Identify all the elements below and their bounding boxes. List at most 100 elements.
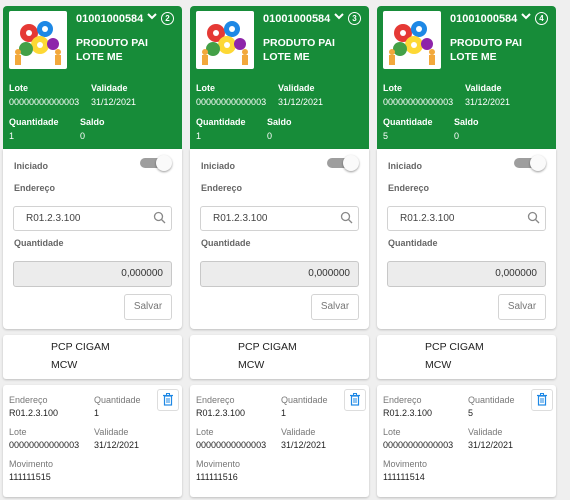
mov-endereco-label: Endereço — [383, 395, 422, 405]
mov-movimento-value: 111111516 — [196, 472, 238, 482]
lote-value: 00000000000003 — [9, 97, 80, 107]
iniciado-toggle[interactable] — [327, 155, 361, 171]
mov-validade-label: Validade — [468, 427, 503, 437]
chevron-down-icon[interactable] — [146, 9, 158, 25]
company-sub: MCW — [425, 359, 452, 371]
quantidade-input[interactable]: 0,000000 — [200, 261, 359, 287]
lote-label: Lote — [383, 83, 402, 93]
trash-icon[interactable] — [344, 389, 366, 411]
product-code: 01001000584 — [76, 13, 144, 25]
saldo-value: 0 — [80, 131, 86, 141]
order-column: 01001000584 2 PRODUTO PAI LOTE ME Lote 0… — [3, 6, 182, 497]
mov-endereco-value: R01.2.3.100 — [196, 408, 246, 418]
company-card: PCP CIGAM MCW — [377, 335, 556, 379]
product-name: PRODUTO PAI LOTE ME — [263, 37, 335, 63]
search-icon[interactable] — [527, 211, 540, 229]
quantidade-label: Quantidade — [383, 117, 433, 127]
endereco-label: Endereço — [14, 183, 56, 193]
iniciado-toggle[interactable] — [514, 155, 548, 171]
endereco-input-value: R01.2.3.100 — [400, 213, 455, 224]
search-icon[interactable] — [340, 211, 353, 229]
iniciado-toggle[interactable] — [140, 155, 174, 171]
mov-endereco-label: Endereço — [196, 395, 235, 405]
mov-validade-label: Validade — [281, 427, 316, 437]
endereco-label: Endereço — [201, 183, 243, 193]
saldo-label: Saldo — [267, 117, 292, 127]
mov-movimento-value: 111111514 — [383, 472, 425, 482]
saldo-value: 0 — [454, 131, 460, 141]
quantidade-label: Quantidade — [9, 117, 59, 127]
mov-endereco-label: Endereço — [9, 395, 48, 405]
mov-quantidade-value: 5 — [468, 408, 474, 418]
mov-movimento-label: Movimento — [383, 459, 428, 469]
mov-validade-value: 31/12/2021 — [94, 440, 140, 450]
product-thumbnail — [383, 11, 441, 69]
mov-lote-label: Lote — [196, 427, 214, 437]
mov-validade-value: 31/12/2021 — [281, 440, 327, 450]
product-header-card: 01001000584 2 PRODUTO PAI LOTE ME Lote 0… — [3, 6, 182, 149]
mov-quantidade-label: Quantidade — [94, 395, 141, 405]
movement-card: Endereço R01.2.3.100 Quantidade 1 Lote 0… — [3, 385, 182, 497]
quantidade-input[interactable]: 0,000000 — [13, 261, 172, 287]
product-header-card: 01001000584 3 PRODUTO PAI LOTE ME Lote 0… — [190, 6, 369, 149]
product-header-card: 01001000584 4 PRODUTO PAI LOTE ME Lote 0… — [377, 6, 556, 149]
quantidade-field-label: Quantidade — [388, 238, 438, 248]
company-card: PCP CIGAM MCW — [3, 335, 182, 379]
sequence-badge: 4 — [535, 12, 548, 25]
iniciado-label: Iniciado — [14, 161, 49, 171]
quantidade-label: Quantidade — [196, 117, 246, 127]
save-button[interactable]: Salvar — [498, 294, 546, 320]
validade-label: Validade — [278, 83, 315, 93]
quantidade-input-value: 0,000000 — [121, 268, 163, 279]
endereco-input-value: R01.2.3.100 — [26, 213, 81, 224]
quantidade-value: 5 — [383, 131, 389, 141]
quantidade-value: 1 — [9, 131, 15, 141]
endereco-search-input[interactable]: R01.2.3.100 — [200, 206, 359, 231]
mov-movimento-label: Movimento — [196, 459, 241, 469]
endereco-search-input[interactable]: R01.2.3.100 — [387, 206, 546, 231]
mov-movimento-label: Movimento — [9, 459, 54, 469]
chevron-down-icon[interactable] — [520, 9, 532, 25]
quantidade-input-value: 0,000000 — [495, 268, 537, 279]
mov-lote-label: Lote — [383, 427, 401, 437]
search-icon[interactable] — [153, 211, 166, 229]
move-form-card: Iniciado Endereço R01.2.3.100 Quantidade… — [3, 149, 182, 329]
company-sub: MCW — [238, 359, 265, 371]
validade-value: 31/12/2021 — [465, 97, 511, 107]
mov-lote-label: Lote — [9, 427, 27, 437]
mov-endereco-value: R01.2.3.100 — [9, 408, 59, 418]
company-name: PCP CIGAM — [51, 341, 110, 353]
sequence-badge: 2 — [161, 12, 174, 25]
validade-label: Validade — [91, 83, 128, 93]
product-thumbnail — [196, 11, 254, 69]
trash-icon[interactable] — [157, 389, 179, 411]
product-code: 01001000584 — [450, 13, 518, 25]
saldo-label: Saldo — [80, 117, 105, 127]
save-button[interactable]: Salvar — [311, 294, 359, 320]
iniciado-label: Iniciado — [201, 161, 236, 171]
mov-validade-value: 31/12/2021 — [468, 440, 514, 450]
product-thumbnail — [9, 11, 67, 69]
quantidade-input[interactable]: 0,000000 — [387, 261, 546, 287]
mov-lote-value: 00000000000003 — [196, 440, 267, 450]
movement-card: Endereço R01.2.3.100 Quantidade 5 Lote 0… — [377, 385, 556, 497]
saldo-value: 0 — [267, 131, 273, 141]
order-column: 01001000584 3 PRODUTO PAI LOTE ME Lote 0… — [190, 6, 369, 497]
product-name: PRODUTO PAI LOTE ME — [76, 37, 148, 63]
iniciado-label: Iniciado — [388, 161, 423, 171]
sequence-badge: 3 — [348, 12, 361, 25]
trash-icon[interactable] — [531, 389, 553, 411]
save-button[interactable]: Salvar — [124, 294, 172, 320]
company-sub: MCW — [51, 359, 78, 371]
product-code: 01001000584 — [263, 13, 331, 25]
endereco-search-input[interactable]: R01.2.3.100 — [13, 206, 172, 231]
chevron-down-icon[interactable] — [333, 9, 345, 25]
validade-label: Validade — [465, 83, 502, 93]
product-name: PRODUTO PAI LOTE ME — [450, 37, 522, 63]
mov-movimento-value: 111111515 — [9, 472, 51, 482]
quantidade-value: 1 — [196, 131, 202, 141]
lote-value: 00000000000003 — [196, 97, 267, 107]
mov-quantidade-value: 1 — [94, 408, 100, 418]
endereco-label: Endereço — [388, 183, 430, 193]
order-column: 01001000584 4 PRODUTO PAI LOTE ME Lote 0… — [377, 6, 556, 497]
